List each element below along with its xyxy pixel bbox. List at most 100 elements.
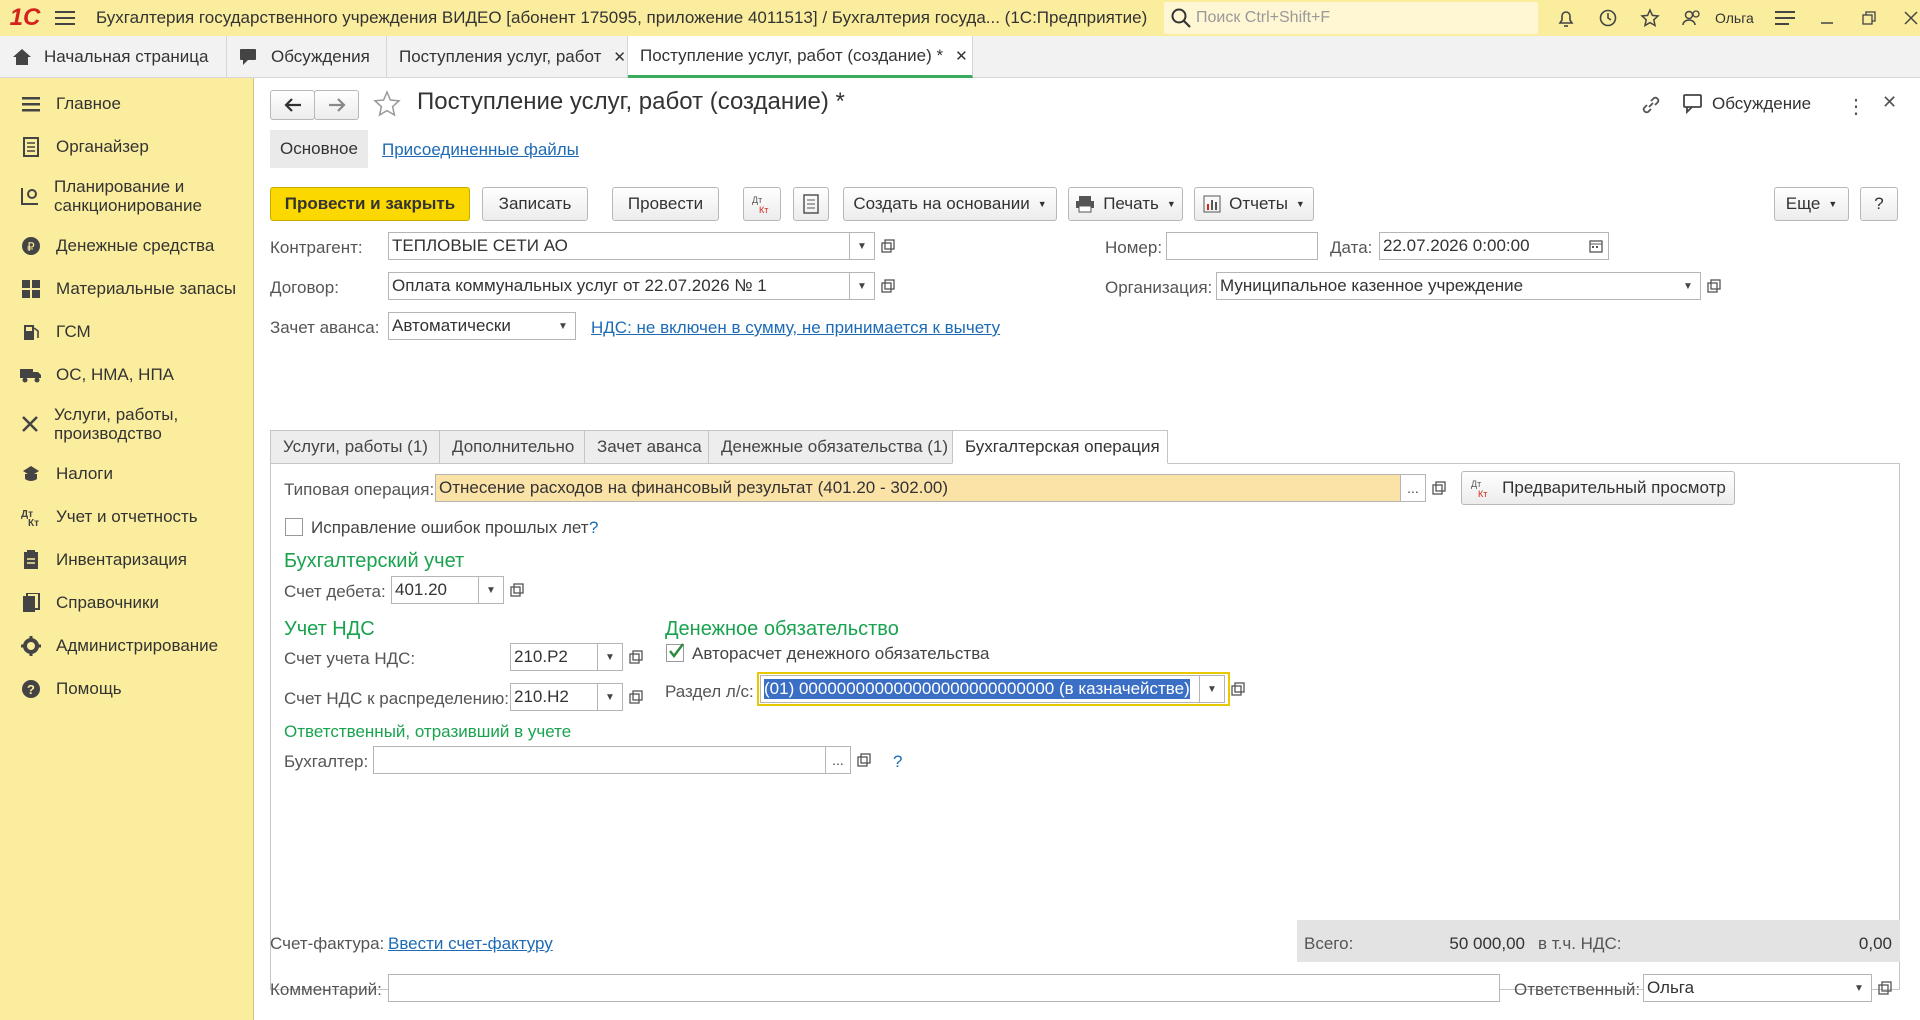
autocalc-checkbox[interactable] — [666, 643, 684, 662]
calendar-icon[interactable] — [1584, 232, 1609, 260]
open-icon[interactable] — [504, 576, 529, 604]
vat-distribution-dropdown[interactable]: ▼ — [598, 683, 623, 711]
sidebar-item-fixed-assets[interactable]: ОС, НМА, НПА — [0, 353, 253, 396]
responsible-dropdown[interactable]: ▼ — [1847, 974, 1872, 1002]
open-icon[interactable] — [1426, 474, 1451, 502]
user-name[interactable]: Ольга — [1715, 10, 1754, 26]
tab-accounting-operation[interactable]: Бухгалтерская операция — [952, 430, 1168, 464]
more-button[interactable]: Еще ▼ — [1774, 187, 1849, 221]
preview-button[interactable]: Дт Кт Предварительный просмотр — [1461, 471, 1735, 505]
section-field[interactable]: (01) 000000000000000000000000000 (в казн… — [760, 675, 1200, 703]
help-button[interactable]: ? — [1860, 187, 1898, 221]
sidebar-item-taxes[interactable]: Налоги — [0, 452, 253, 495]
open-icon[interactable] — [1225, 675, 1250, 703]
create-based-on-button[interactable]: Создать на основании ▼ — [843, 187, 1057, 221]
more-vertical-icon[interactable]: ⋮ — [1846, 94, 1866, 119]
print-button[interactable]: Печать ▼ — [1068, 187, 1183, 221]
debit-dropdown[interactable]: ▼ — [479, 576, 504, 604]
open-icon[interactable] — [1872, 974, 1897, 1002]
contract-dropdown[interactable]: ▼ — [850, 272, 875, 300]
typical-operation-field[interactable]: Отнесение расходов на финансовый результ… — [435, 474, 1401, 502]
open-icon[interactable] — [875, 272, 900, 300]
dt-kt-button[interactable]: Дт Кт — [743, 187, 781, 221]
counterparty-field[interactable]: ТЕПЛОВЫЕ СЕТИ АО — [388, 232, 850, 260]
post-and-close-button[interactable]: Провести и закрыть — [270, 187, 470, 221]
hamburger-menu-icon[interactable] — [50, 0, 80, 36]
reports-button[interactable]: Отчеты ▼ — [1194, 187, 1314, 221]
vat-link[interactable]: НДС: не включен в сумму, не принимается … — [591, 318, 1000, 338]
users-icon[interactable] — [1671, 0, 1713, 36]
journal-button[interactable] — [793, 187, 829, 221]
open-icon[interactable] — [1701, 272, 1726, 300]
close-tab-icon[interactable]: ✕ — [613, 48, 626, 66]
favorite-star-icon[interactable] — [373, 90, 401, 123]
sidebar-item-fuel[interactable]: ГСМ — [0, 310, 253, 353]
sidebar-item-planning[interactable]: Планирование и санкционирование — [0, 168, 253, 224]
accountant-field[interactable] — [373, 746, 826, 774]
select-button[interactable]: ... — [1401, 474, 1426, 502]
sidebar-item-materials[interactable]: Материальные запасы — [0, 267, 253, 310]
open-icon[interactable] — [623, 683, 648, 711]
organization-field[interactable]: Муниципальное казенное учреждение — [1216, 272, 1678, 300]
close-window-icon[interactable] — [1890, 0, 1920, 36]
star-icon[interactable] — [1629, 0, 1671, 36]
enter-invoice-link[interactable]: Ввести счет-фактуру — [388, 934, 553, 954]
tab-additional[interactable]: Дополнительно — [439, 430, 585, 464]
restore-icon[interactable] — [1848, 0, 1890, 36]
sidebar-item-accounting[interactable]: Дт Кт Учет и отчетность — [0, 495, 253, 538]
contract-field[interactable]: Оплата коммунальных услуг от 22.07.2026 … — [388, 272, 850, 300]
number-field[interactable] — [1166, 232, 1318, 260]
tab-advance-offset[interactable]: Зачет аванса — [584, 430, 709, 464]
open-icon[interactable] — [875, 232, 900, 260]
sidebar-item-organizer[interactable]: Органайзер — [0, 125, 253, 168]
subtab-files[interactable]: Присоединенные файлы — [382, 140, 579, 160]
debit-field[interactable]: 401.20 — [391, 576, 479, 604]
history-icon[interactable] — [1587, 0, 1629, 36]
help-question-icon[interactable]: ? — [893, 752, 902, 772]
subtab-main[interactable]: Основное — [270, 130, 368, 168]
fix-errors-checkbox[interactable] — [285, 518, 303, 536]
forward-button[interactable] — [314, 90, 359, 120]
help-question-icon[interactable]: ? — [589, 518, 598, 538]
sidebar-item-label: Учет и отчетность — [56, 507, 198, 526]
sidebar-item-label: Органайзер — [56, 137, 149, 156]
advance-field[interactable]: Автоматически — [388, 312, 553, 340]
settings-menu-icon[interactable] — [1764, 0, 1806, 36]
tab-money-obligations[interactable]: Денежные обязательства (1) — [708, 430, 953, 464]
tab-discussions[interactable]: Обсуждения — [227, 36, 387, 78]
close-form-icon[interactable]: ✕ — [1882, 92, 1897, 113]
select-button[interactable]: ... — [826, 746, 851, 774]
link-icon[interactable] — [1640, 94, 1662, 121]
organization-dropdown[interactable]: ▼ — [1676, 272, 1701, 300]
date-field[interactable]: 22.07.2026 0:00:00 — [1379, 232, 1586, 260]
bell-icon[interactable] — [1545, 0, 1587, 36]
post-button[interactable]: Провести — [612, 187, 719, 221]
search-input[interactable]: Поиск Ctrl+Shift+F — [1164, 2, 1538, 34]
tab-home[interactable]: Начальная страница — [0, 36, 227, 78]
tab-services[interactable]: Услуги, работы (1) — [270, 430, 440, 464]
vat-distribution-field[interactable]: 210.Н2 — [510, 683, 598, 711]
sidebar-item-money[interactable]: ₽ Денежные средства — [0, 224, 253, 267]
sidebar-item-help[interactable]: ? Помощь — [0, 667, 253, 710]
open-icon[interactable] — [623, 643, 648, 671]
open-icon[interactable] — [851, 746, 876, 774]
vat-account-dropdown[interactable]: ▼ — [598, 643, 623, 671]
sidebar-item-admin[interactable]: Администрирование — [0, 624, 253, 667]
vat-account-field[interactable]: 210.Р2 — [510, 643, 598, 671]
sidebar-item-services[interactable]: Услуги, работы, производство — [0, 396, 253, 452]
responsible-field[interactable]: Ольга — [1643, 974, 1849, 1002]
tab-receipts-list[interactable]: Поступления услуг, работ ✕ — [387, 36, 628, 78]
discussion-button[interactable]: Обсуждение — [1682, 93, 1811, 115]
comment-field[interactable] — [388, 974, 1500, 1002]
sidebar-item-inventory[interactable]: Инвентаризация — [0, 538, 253, 581]
close-tab-icon[interactable]: ✕ — [955, 47, 968, 65]
tab-receipt-create[interactable]: Поступление услуг, работ (создание) * ✕ — [628, 36, 973, 78]
advance-dropdown[interactable]: ▼ — [551, 312, 576, 340]
save-button[interactable]: Записать — [482, 187, 588, 221]
minimize-icon[interactable] — [1806, 0, 1848, 36]
sidebar-item-catalogs[interactable]: Справочники — [0, 581, 253, 624]
sidebar-item-main[interactable]: Главное — [0, 82, 253, 125]
section-dropdown[interactable]: ▼ — [1200, 675, 1225, 703]
back-button[interactable] — [270, 90, 315, 120]
counterparty-dropdown[interactable]: ▼ — [850, 232, 875, 260]
